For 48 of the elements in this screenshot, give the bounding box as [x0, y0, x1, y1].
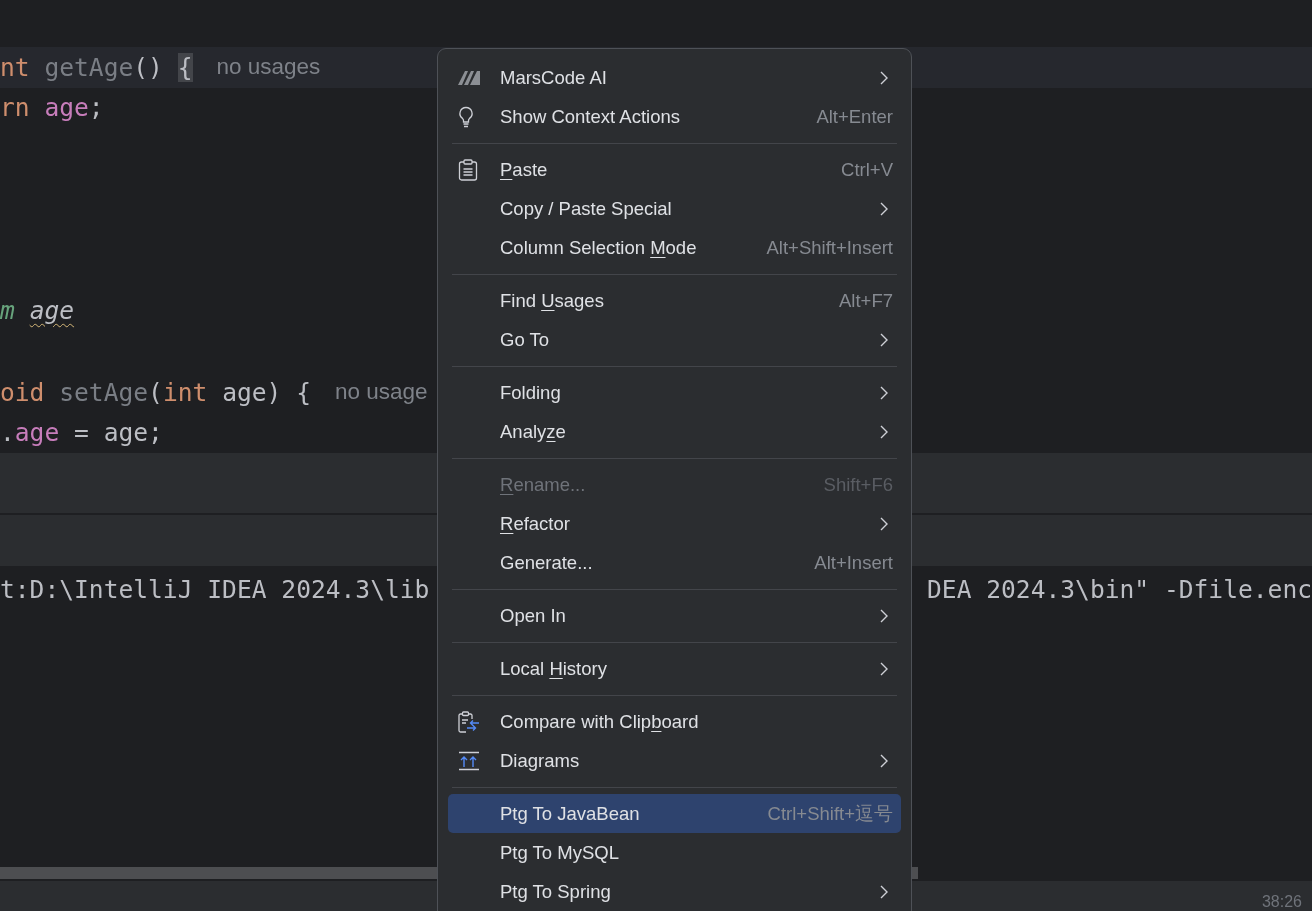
menu-item[interactable]: Local History [448, 649, 901, 688]
diagram-icon [458, 750, 480, 771]
logo-icon [458, 70, 480, 85]
menu-item[interactable]: Ptg To MySQL [448, 833, 901, 872]
menu-item[interactable]: Generate... Alt+Insert [448, 543, 901, 582]
chevron-icon [880, 884, 888, 899]
shortcut-text: Ctrl+Shift+逗号 [767, 802, 893, 826]
menu-item[interactable]: Folding [448, 373, 901, 412]
console-output-text: DEA 2024.3\bin" -Dfile.enc [927, 574, 1312, 604]
menu-item[interactable]: Copy / Paste Special [448, 189, 901, 228]
chevron-icon [880, 424, 888, 439]
menu-item[interactable]: Compare with Clipboard [448, 702, 901, 741]
menu-item[interactable]: Show Context Actions Alt+Enter [448, 97, 901, 136]
menu-item[interactable]: Go To [448, 320, 901, 359]
chevron-icon [880, 661, 888, 676]
code-text: .age = age; [0, 418, 163, 448]
inlay-hint: no usages [216, 54, 321, 81]
menu-item[interactable]: Column Selection Mode Alt+Shift+Insert [448, 228, 901, 267]
compare-clipboard-icon [458, 710, 480, 733]
chevron-icon [880, 516, 888, 531]
menu-item[interactable]: MarsCode AI [448, 58, 901, 97]
menu-item[interactable]: Analyze [448, 412, 901, 451]
menu-item[interactable]: Refactor [448, 504, 901, 543]
menu-item[interactable]: Diagrams [448, 741, 901, 780]
menu-item[interactable]: Open In [448, 596, 901, 635]
shortcut-text: Ctrl+V [841, 158, 893, 181]
code-text: rn age; [0, 93, 104, 123]
code-text: m age [0, 296, 75, 326]
menu-item[interactable]: Paste Ctrl+V [448, 150, 901, 189]
console-output-text: t:D:\IntelliJ IDEA 2024.3\lib [0, 574, 430, 604]
menu-item[interactable]: Find Usages Alt+F7 [448, 281, 901, 320]
chevron-icon [880, 332, 888, 347]
shortcut-text: Alt+Shift+Insert [766, 236, 893, 259]
lightbulb-icon [458, 105, 474, 128]
menu-item[interactable]: Ptg To Spring [448, 872, 901, 911]
inlay-hint: no usage [334, 379, 428, 406]
shortcut-text: Alt+Insert [814, 551, 893, 574]
chevron-icon [880, 608, 888, 623]
menu-item[interactable]: Ptg To JavaBean Ctrl+Shift+逗号 [448, 794, 901, 833]
shortcut-text: Alt+Enter [816, 105, 893, 128]
code-text: oid setAge(int age) { [0, 377, 311, 407]
shortcut-text: Alt+F7 [839, 289, 893, 312]
chevron-icon [880, 385, 888, 400]
chevron-icon [880, 201, 888, 216]
code-text: nt getAge() { [0, 52, 193, 82]
chevron-icon [880, 753, 888, 768]
chevron-icon [880, 70, 888, 85]
clipboard-icon [458, 158, 478, 181]
